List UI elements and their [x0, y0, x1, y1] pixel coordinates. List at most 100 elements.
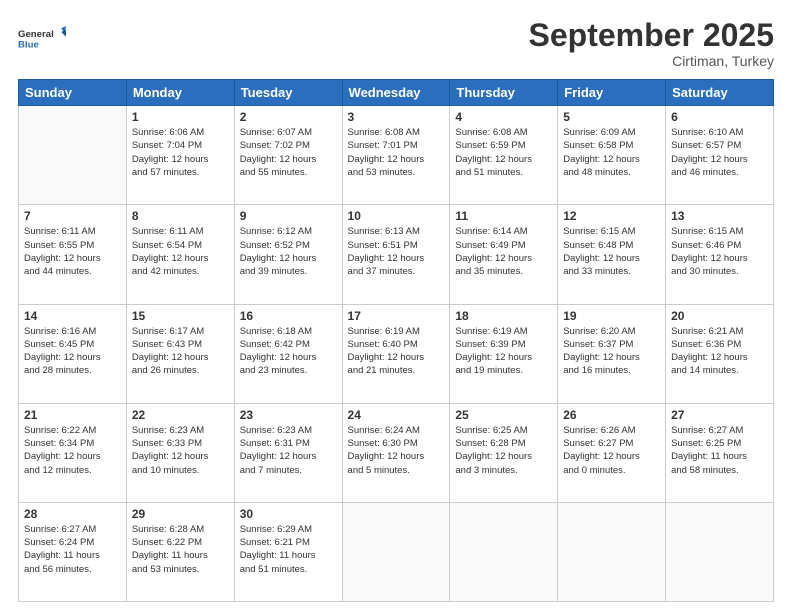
- day-number: 7: [24, 209, 121, 223]
- day-info: Sunrise: 6:11 AM Sunset: 6:55 PM Dayligh…: [24, 225, 121, 278]
- calendar-cell: 6 Sunrise: 6:10 AM Sunset: 6:57 PM Daylig…: [666, 106, 774, 205]
- day-info: Sunrise: 6:20 AM Sunset: 6:37 PM Dayligh…: [563, 325, 660, 378]
- calendar-cell: 22 Sunrise: 6:23 AM Sunset: 6:33 PM Dayli…: [126, 403, 234, 502]
- day-number: 24: [348, 408, 445, 422]
- calendar-cell: 5 Sunrise: 6:09 AM Sunset: 6:58 PM Daylig…: [558, 106, 666, 205]
- calendar-cell: 8 Sunrise: 6:11 AM Sunset: 6:54 PM Daylig…: [126, 205, 234, 304]
- day-info: Sunrise: 6:09 AM Sunset: 6:58 PM Dayligh…: [563, 126, 660, 179]
- day-header: Wednesday: [342, 80, 450, 106]
- day-info: Sunrise: 6:22 AM Sunset: 6:34 PM Dayligh…: [24, 424, 121, 477]
- calendar-cell: 30Sunrise: 6:29 AM Sunset: 6:21 PM Dayli…: [234, 502, 342, 601]
- day-number: 17: [348, 309, 445, 323]
- calendar-week-row: 7 Sunrise: 6:11 AM Sunset: 6:55 PM Daylig…: [19, 205, 774, 304]
- day-number: 8: [132, 209, 229, 223]
- day-info: Sunrise: 6:27 AM Sunset: 6:24 PM Dayligh…: [24, 523, 121, 576]
- day-info: Sunrise: 6:25 AM Sunset: 6:28 PM Dayligh…: [455, 424, 552, 477]
- calendar-cell: 10 Sunrise: 6:13 AM Sunset: 6:51 PM Dayli…: [342, 205, 450, 304]
- day-info: Sunrise: 6:19 AM Sunset: 6:39 PM Dayligh…: [455, 325, 552, 378]
- subtitle: Cirtiman, Turkey: [529, 53, 774, 69]
- calendar-cell: 17 Sunrise: 6:19 AM Sunset: 6:40 PM Dayli…: [342, 304, 450, 403]
- calendar-cell: [558, 502, 666, 601]
- day-number: 6: [671, 110, 768, 124]
- day-header: Tuesday: [234, 80, 342, 106]
- month-title: September 2025: [529, 18, 774, 53]
- calendar-week-row: 28 Sunrise: 6:27 AM Sunset: 6:24 PM Dayli…: [19, 502, 774, 601]
- day-info: Sunrise: 6:27 AM Sunset: 6:25 PM Dayligh…: [671, 424, 768, 477]
- day-info: Sunrise: 6:10 AM Sunset: 6:57 PM Dayligh…: [671, 126, 768, 179]
- calendar-week-row: 1 Sunrise: 6:06 AM Sunset: 7:04 PM Daylig…: [19, 106, 774, 205]
- day-number: 20: [671, 309, 768, 323]
- day-info: Sunrise: 6:15 AM Sunset: 6:48 PM Dayligh…: [563, 225, 660, 278]
- calendar-cell: 21Sunrise: 6:22 AM Sunset: 6:34 PM Dayli…: [19, 403, 127, 502]
- day-number: 16: [240, 309, 337, 323]
- day-number: 1: [132, 110, 229, 124]
- day-info: Sunrise: 6:28 AM Sunset: 6:22 PM Dayligh…: [132, 523, 229, 576]
- day-number: 14: [24, 309, 121, 323]
- day-number: 23: [240, 408, 337, 422]
- calendar-cell: 11Sunrise: 6:14 AM Sunset: 6:49 PM Dayli…: [450, 205, 558, 304]
- calendar-cell: 25 Sunrise: 6:25 AM Sunset: 6:28 PM Dayli…: [450, 403, 558, 502]
- calendar-cell: 18 Sunrise: 6:19 AM Sunset: 6:39 PM Dayli…: [450, 304, 558, 403]
- logo-svg: General Blue: [18, 18, 66, 58]
- calendar-cell: 14 Sunrise: 6:16 AM Sunset: 6:45 PM Dayli…: [19, 304, 127, 403]
- day-header: Friday: [558, 80, 666, 106]
- title-block: September 2025 Cirtiman, Turkey: [529, 18, 774, 69]
- day-info: Sunrise: 6:07 AM Sunset: 7:02 PM Dayligh…: [240, 126, 337, 179]
- calendar-week-row: 14 Sunrise: 6:16 AM Sunset: 6:45 PM Dayli…: [19, 304, 774, 403]
- day-info: Sunrise: 6:11 AM Sunset: 6:54 PM Dayligh…: [132, 225, 229, 278]
- day-info: Sunrise: 6:23 AM Sunset: 6:33 PM Dayligh…: [132, 424, 229, 477]
- day-info: Sunrise: 6:13 AM Sunset: 6:51 PM Dayligh…: [348, 225, 445, 278]
- day-number: 29: [132, 507, 229, 521]
- calendar-cell: [666, 502, 774, 601]
- day-number: 13: [671, 209, 768, 223]
- day-info: Sunrise: 6:16 AM Sunset: 6:45 PM Dayligh…: [24, 325, 121, 378]
- day-header: Monday: [126, 80, 234, 106]
- calendar-header-row: SundayMondayTuesdayWednesdayThursdayFrid…: [19, 80, 774, 106]
- day-number: 18: [455, 309, 552, 323]
- calendar-cell: 20 Sunrise: 6:21 AM Sunset: 6:36 PM Dayli…: [666, 304, 774, 403]
- calendar-cell: [342, 502, 450, 601]
- calendar-cell: 1 Sunrise: 6:06 AM Sunset: 7:04 PM Daylig…: [126, 106, 234, 205]
- svg-text:General: General: [18, 29, 54, 40]
- day-info: Sunrise: 6:15 AM Sunset: 6:46 PM Dayligh…: [671, 225, 768, 278]
- day-info: Sunrise: 6:12 AM Sunset: 6:52 PM Dayligh…: [240, 225, 337, 278]
- day-number: 28: [24, 507, 121, 521]
- day-number: 22: [132, 408, 229, 422]
- calendar-cell: 24 Sunrise: 6:24 AM Sunset: 6:30 PM Dayli…: [342, 403, 450, 502]
- day-number: 5: [563, 110, 660, 124]
- day-number: 11: [455, 209, 552, 223]
- logo: General Blue: [18, 18, 66, 58]
- day-header: Sunday: [19, 80, 127, 106]
- day-number: 9: [240, 209, 337, 223]
- day-info: Sunrise: 6:08 AM Sunset: 6:59 PM Dayligh…: [455, 126, 552, 179]
- day-info: Sunrise: 6:17 AM Sunset: 6:43 PM Dayligh…: [132, 325, 229, 378]
- calendar-table: SundayMondayTuesdayWednesdayThursdayFrid…: [18, 79, 774, 602]
- calendar-cell: 29 Sunrise: 6:28 AM Sunset: 6:22 PM Dayli…: [126, 502, 234, 601]
- day-info: Sunrise: 6:06 AM Sunset: 7:04 PM Dayligh…: [132, 126, 229, 179]
- calendar-cell: 2 Sunrise: 6:07 AM Sunset: 7:02 PM Daylig…: [234, 106, 342, 205]
- day-info: Sunrise: 6:08 AM Sunset: 7:01 PM Dayligh…: [348, 126, 445, 179]
- calendar-cell: 28 Sunrise: 6:27 AM Sunset: 6:24 PM Dayli…: [19, 502, 127, 601]
- calendar-cell: 3Sunrise: 6:08 AM Sunset: 7:01 PM Daylig…: [342, 106, 450, 205]
- calendar-cell: 12 Sunrise: 6:15 AM Sunset: 6:48 PM Dayli…: [558, 205, 666, 304]
- day-number: 27: [671, 408, 768, 422]
- day-number: 30: [240, 507, 337, 521]
- day-number: 12: [563, 209, 660, 223]
- day-number: 2: [240, 110, 337, 124]
- day-number: 19: [563, 309, 660, 323]
- day-number: 25: [455, 408, 552, 422]
- day-info: Sunrise: 6:19 AM Sunset: 6:40 PM Dayligh…: [348, 325, 445, 378]
- calendar-cell: 15Sunrise: 6:17 AM Sunset: 6:43 PM Dayli…: [126, 304, 234, 403]
- calendar-cell: 4Sunrise: 6:08 AM Sunset: 6:59 PM Daylig…: [450, 106, 558, 205]
- calendar-cell: 23 Sunrise: 6:23 AM Sunset: 6:31 PM Dayli…: [234, 403, 342, 502]
- day-number: 26: [563, 408, 660, 422]
- day-info: Sunrise: 6:24 AM Sunset: 6:30 PM Dayligh…: [348, 424, 445, 477]
- day-number: 10: [348, 209, 445, 223]
- day-info: Sunrise: 6:21 AM Sunset: 6:36 PM Dayligh…: [671, 325, 768, 378]
- calendar-cell: [19, 106, 127, 205]
- calendar-cell: 26Sunrise: 6:26 AM Sunset: 6:27 PM Dayli…: [558, 403, 666, 502]
- day-header: Saturday: [666, 80, 774, 106]
- calendar-cell: 13 Sunrise: 6:15 AM Sunset: 6:46 PM Dayli…: [666, 205, 774, 304]
- day-info: Sunrise: 6:23 AM Sunset: 6:31 PM Dayligh…: [240, 424, 337, 477]
- calendar-cell: 27 Sunrise: 6:27 AM Sunset: 6:25 PM Dayli…: [666, 403, 774, 502]
